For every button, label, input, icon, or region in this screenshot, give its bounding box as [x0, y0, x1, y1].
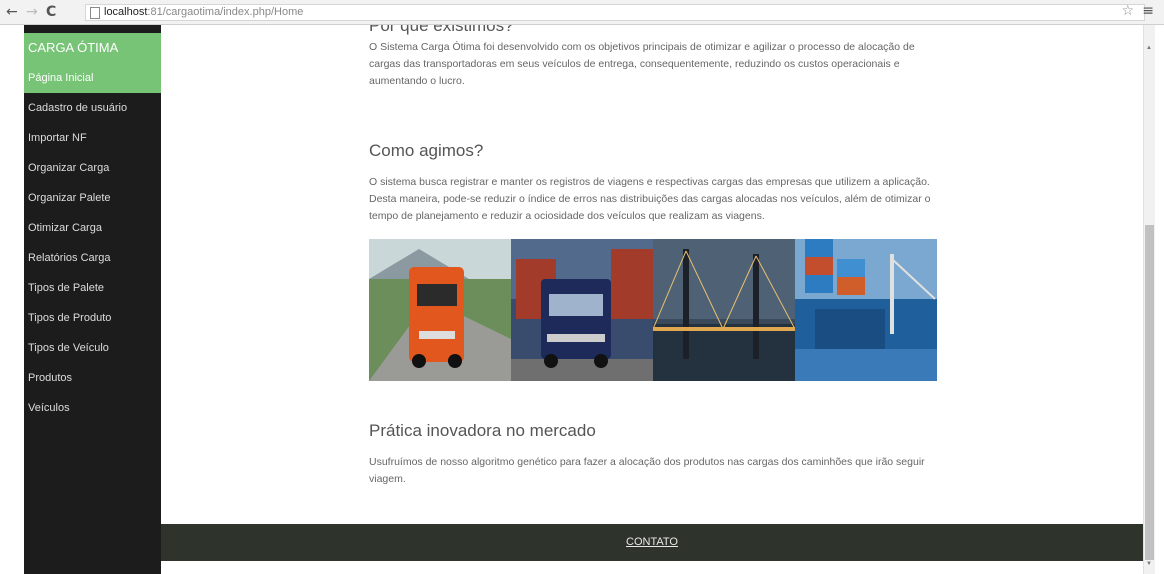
section-por-que-existimos: Por que existimos?: [369, 25, 944, 36]
section-paragraph: Usufruímos de nosso algoritmo genético p…: [369, 456, 925, 485]
sidebar-item-otimizar-carga[interactable]: Otimizar Carga: [24, 213, 161, 243]
bookmark-star-icon[interactable]: ☆: [1121, 3, 1134, 19]
address-bar[interactable]: localhost:81/cargaotima/index.php/Home: [85, 4, 1145, 21]
brand-title[interactable]: CARGA ÓTIMA: [24, 33, 161, 63]
sidebar-nav: Página Inicial Cadastro de usuário Impor…: [24, 63, 161, 423]
section-text-3: Usufruímos de nosso algoritmo genético p…: [369, 454, 944, 488]
section-como-agimos: Como agimos?: [369, 141, 944, 161]
scroll-down-arrow-icon[interactable]: ▼: [1146, 561, 1152, 567]
page-scrollbar[interactable]: ▲ ▼: [1143, 25, 1155, 574]
sidebar-item-organizar-palete[interactable]: Organizar Palete: [24, 183, 161, 213]
scroll-up-arrow-icon[interactable]: ▲: [1146, 45, 1152, 51]
sidebar-item-tipos-palete[interactable]: Tipos de Palete: [24, 273, 161, 303]
blue-truck-image: [511, 239, 653, 381]
section-text-1: O Sistema Carga Ótima foi desenvolvido c…: [369, 39, 944, 90]
sidebar: CARGA ÓTIMA Página Inicial Cadastro de u…: [24, 25, 161, 574]
url-text: localhost:81/cargaotima/index.php/Home: [104, 6, 304, 18]
scrollbar-thumb[interactable]: [1145, 225, 1154, 560]
page-icon: [90, 7, 100, 19]
sidebar-item-relatorios-carga[interactable]: Relatórios Carga: [24, 243, 161, 273]
forward-arrow-icon[interactable]: →: [26, 4, 38, 20]
sidebar-item-pagina-inicial[interactable]: Página Inicial: [24, 63, 161, 93]
main-content: Por que existimos? O Sistema Carga Ótima…: [161, 25, 1143, 574]
section-paragraph: O Sistema Carga Ótima foi desenvolvido c…: [369, 41, 915, 87]
footer: CONTATO: [161, 524, 1143, 561]
sidebar-item-importar-nf[interactable]: Importar NF: [24, 123, 161, 153]
port-containers-image: [795, 239, 937, 381]
sidebar-item-tipos-produto[interactable]: Tipos de Produto: [24, 303, 161, 333]
bridge-image: [653, 239, 795, 381]
section-heading: Prática inovadora no mercado: [369, 421, 596, 440]
contato-link[interactable]: CONTATO: [161, 524, 1143, 561]
section-heading: Por que existimos?: [369, 25, 514, 35]
section-text-2: O sistema busca registrar e manter os re…: [369, 174, 944, 225]
back-arrow-icon[interactable]: ←: [6, 4, 18, 20]
sidebar-item-cadastro-usuario[interactable]: Cadastro de usuário: [24, 93, 161, 123]
section-pratica-inovadora: Prática inovadora no mercado: [369, 421, 944, 441]
browser-toolbar: ← → C localhost:81/cargaotima/index.php/…: [0, 0, 1164, 25]
sidebar-item-produtos[interactable]: Produtos: [24, 363, 161, 393]
section-paragraph: O sistema busca registrar e manter os re…: [369, 176, 931, 222]
sidebar-item-organizar-carga[interactable]: Organizar Carga: [24, 153, 161, 183]
trucks-image-strip: [369, 239, 937, 381]
chrome-menu-icon[interactable]: ≡: [1142, 3, 1154, 19]
sidebar-item-veiculos[interactable]: Veículos: [24, 393, 161, 423]
sidebar-item-tipos-veiculo[interactable]: Tipos de Veículo: [24, 333, 161, 363]
section-heading: Como agimos?: [369, 141, 484, 160]
orange-truck-image: [369, 239, 511, 381]
reload-icon[interactable]: C: [46, 4, 56, 20]
